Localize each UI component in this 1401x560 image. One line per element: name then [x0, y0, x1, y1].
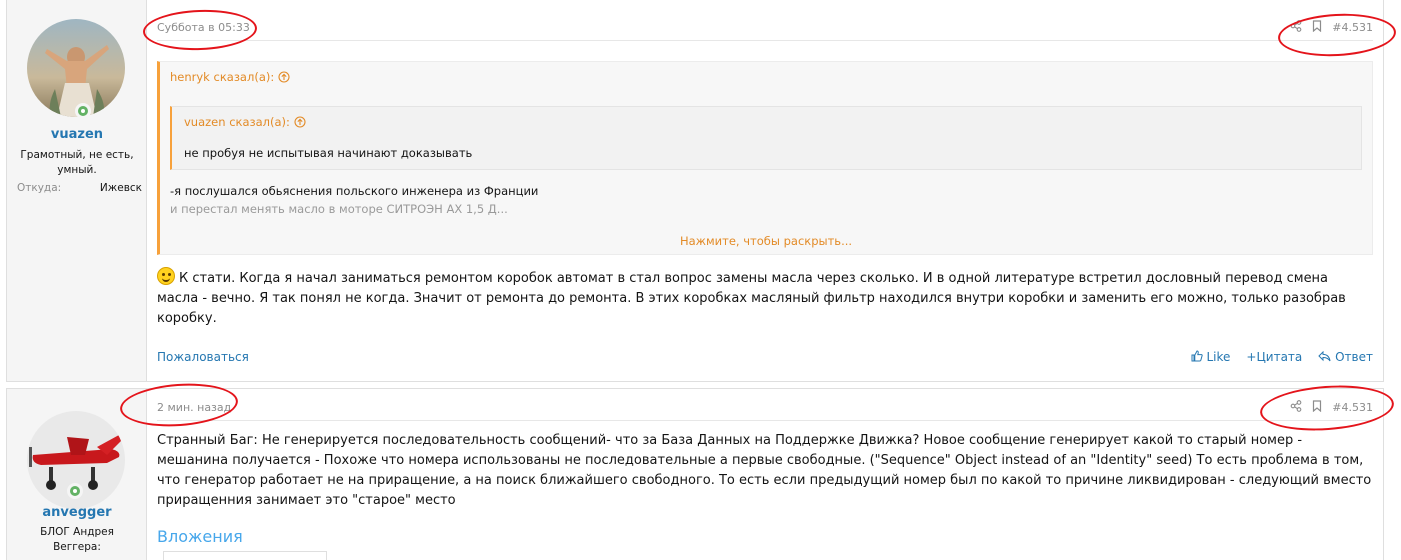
- smile-icon: [157, 267, 175, 285]
- post-footer: Пожаловаться Like +Цитата Ответ: [157, 350, 1373, 364]
- quote-author-text: henryk сказал(а):: [170, 70, 275, 84]
- post-main: 2 мин. назад #4.531 Странный Баг: Не ген…: [147, 389, 1383, 560]
- quote-line-2: и перестал менять масло в моторе СИТРОЭН…: [170, 202, 508, 216]
- avatar[interactable]: [27, 19, 125, 117]
- thumbs-up-icon: [1191, 350, 1203, 362]
- arrow-up-circle-icon[interactable]: [278, 70, 290, 84]
- quote-label: Цитата: [1256, 350, 1303, 364]
- post-header: Суббота в 05:33 #4.531: [157, 19, 1373, 41]
- user-title: Грамотный, не есть, умный.: [20, 149, 134, 176]
- user-panel: anvegger БЛОГ Андрея Веггера:: [7, 389, 147, 560]
- user-panel: vuazen Грамотный, не есть, умный. Откуда…: [7, 0, 147, 381]
- post-header: 2 мин. назад #4.531: [157, 399, 1373, 421]
- post-date[interactable]: 2 мин. назад: [157, 401, 231, 414]
- share-icon[interactable]: [1290, 400, 1302, 415]
- post-body: Странный Баг: Не генерируется последоват…: [157, 433, 1372, 508]
- like-label: Like: [1206, 350, 1231, 364]
- online-status-icon: [75, 103, 91, 119]
- post-actions: Like +Цитата Ответ: [1191, 350, 1373, 364]
- report-link[interactable]: Пожаловаться: [157, 350, 249, 364]
- reply-button[interactable]: Ответ: [1318, 350, 1373, 364]
- quote-block: henryk сказал(а): vuazen сказал(а): не п…: [157, 61, 1373, 255]
- reply-icon: [1318, 350, 1331, 362]
- online-status-icon: [67, 483, 83, 499]
- post-4531-vuazen: vuazen Грамотный, не есть, умный. Откуда…: [6, 0, 1384, 382]
- post-main: Суббота в 05:33 #4.531 henryk сказал(а):: [147, 0, 1383, 381]
- bookmark-icon[interactable]: [1312, 400, 1322, 415]
- quote-line-1: -я послушался обьяснения польского инжен…: [170, 184, 539, 198]
- post-date[interactable]: Суббота в 05:33: [157, 21, 250, 34]
- attachments-heading: Вложения: [157, 527, 243, 546]
- location-value: Ижевск: [99, 182, 142, 194]
- user-location: Откуда: Ижевск: [17, 182, 142, 194]
- location-label: Откуда:: [17, 182, 62, 194]
- username[interactable]: vuazen: [7, 127, 147, 142]
- username[interactable]: anvegger: [7, 505, 147, 520]
- nested-quote-author[interactable]: vuazen сказал(а):: [184, 115, 306, 129]
- plus-icon: +: [1246, 350, 1257, 364]
- reply-label: Ответ: [1335, 350, 1373, 364]
- post-header-actions: #4.531: [1290, 20, 1373, 35]
- nested-quote: vuazen сказал(а): не пробуя не испытывая…: [170, 106, 1362, 170]
- user-title: БЛОГ Андрея Веггера:: [40, 526, 114, 553]
- like-button[interactable]: Like: [1191, 350, 1231, 364]
- quote-author[interactable]: henryk сказал(а):: [170, 70, 290, 84]
- arrow-up-circle-icon[interactable]: [294, 115, 306, 129]
- nested-quote-author-text: vuazen сказал(а):: [184, 115, 290, 129]
- post-header-actions: #4.531: [1290, 400, 1373, 415]
- quote-button[interactable]: +Цитата: [1246, 350, 1302, 364]
- post-body-text: К стати. Когда я начал заниматься ремонт…: [157, 271, 1346, 326]
- post-body: К стати. Когда я начал заниматься ремонт…: [157, 267, 1373, 329]
- post-4531-anvegger: anvegger БЛОГ Андрея Веггера: 2 мин. наз…: [6, 388, 1384, 560]
- post-number[interactable]: #4.531: [1332, 401, 1373, 414]
- bookmark-icon[interactable]: [1312, 20, 1322, 35]
- attachment-thumbnail[interactable]: [163, 551, 327, 560]
- share-icon[interactable]: [1290, 20, 1302, 35]
- post-number[interactable]: #4.531: [1332, 21, 1373, 34]
- expand-quote-link[interactable]: Нажмите, чтобы раскрыть...: [160, 234, 1372, 248]
- nested-quote-text: не пробуя не испытывая начинают доказыва…: [184, 146, 473, 160]
